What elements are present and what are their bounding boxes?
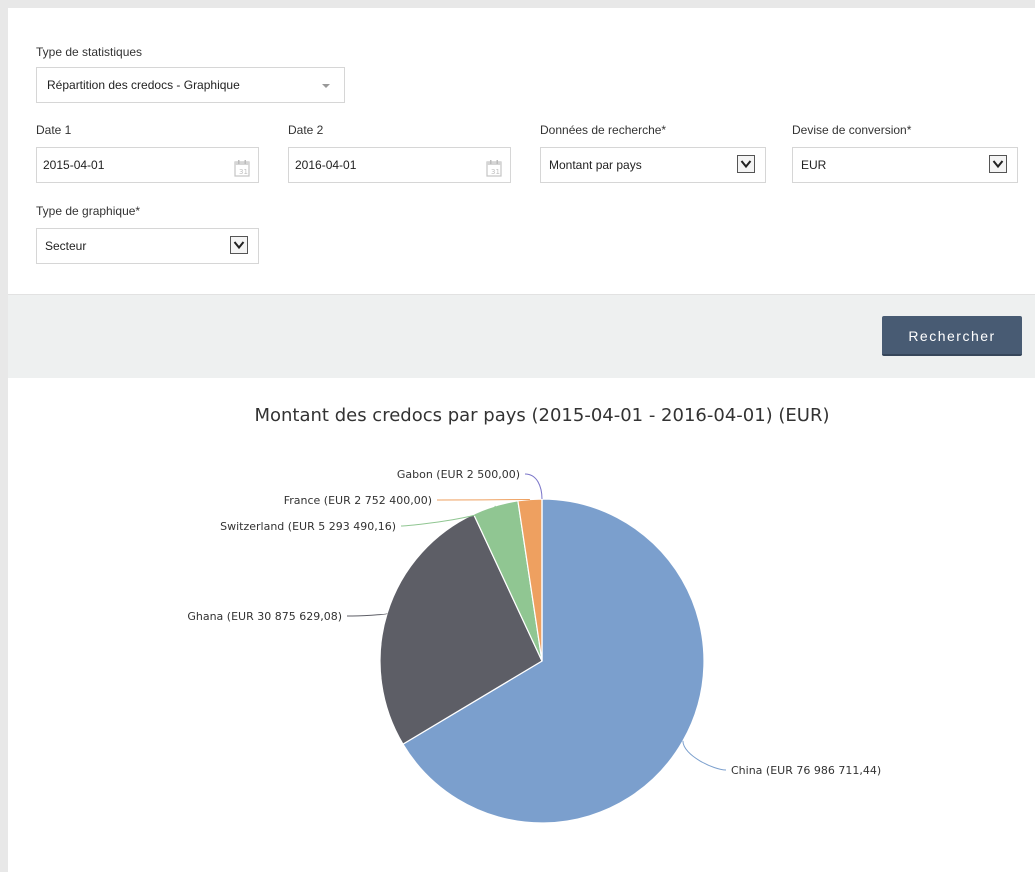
pie-slices [379, 498, 705, 824]
pie-chart: Montant des credocs par pays (2015-04-01… [187, 405, 881, 824]
connector-china [682, 740, 727, 771]
slice-label-china: China (EUR 76 986 711,44) [731, 764, 881, 777]
connector-gabon [524, 473, 543, 500]
slice-label-ghana: Ghana (EUR 30 875 629,08) [187, 610, 342, 623]
slice-label-france: France (EUR 2 752 400,00) [284, 494, 432, 507]
statistics-panel: Type de statistiques Répartition des cre… [8, 8, 1035, 872]
chart-title: Montant des credocs par pays (2015-04-01… [254, 405, 829, 426]
connector-france [436, 498, 531, 501]
slice-label-switzerland: Switzerland (EUR 5 293 490,16) [220, 520, 396, 533]
slice-label-gabon: Gabon (EUR 2 500,00) [397, 468, 520, 481]
connector-ghana [346, 612, 388, 617]
